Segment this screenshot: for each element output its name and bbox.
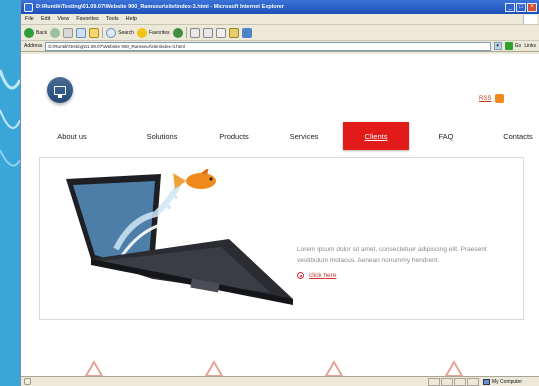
mail-icon[interactable] <box>202 27 213 38</box>
menu-edit[interactable]: Edit <box>41 16 50 22</box>
laptop-goldfish-illustration <box>66 169 293 305</box>
zone-label: My Computer <box>492 378 523 385</box>
toolbar-separator <box>185 27 187 38</box>
minimize-button[interactable]: _ <box>505 2 515 12</box>
status-cell <box>454 377 466 386</box>
status-cell <box>428 377 440 386</box>
page-done-icon <box>24 378 31 385</box>
back-button[interactable]: Back <box>24 27 48 38</box>
nav-services[interactable]: Services <box>274 122 334 150</box>
standard-toolbar: Back Search Favorites <box>21 25 539 41</box>
history-icon[interactable] <box>189 27 200 38</box>
security-zone: My Computer <box>480 378 539 385</box>
menu-help[interactable]: Help <box>126 16 137 22</box>
favorites-label: Favorites <box>148 29 170 36</box>
click-here-label: click here <box>309 272 337 279</box>
click-here-link[interactable]: click here <box>297 272 336 279</box>
address-bar: Address D:\Runtik\Testing\01.09.07\Websi… <box>21 41 539 52</box>
site-logo[interactable] <box>47 77 73 103</box>
nav-solutions[interactable]: Solutions <box>132 122 192 150</box>
go-arrow-icon <box>504 42 513 50</box>
bullet-circle-icon <box>297 272 304 279</box>
address-dropdown-button[interactable]: ▾ <box>493 42 502 50</box>
main-navigation: About us Solutions Products Services Cli… <box>36 122 533 150</box>
back-arrow-icon <box>24 27 34 38</box>
stop-icon[interactable] <box>63 27 74 38</box>
search-label: Search <box>118 29 134 36</box>
toolbar-separator <box>102 27 104 38</box>
status-cell <box>467 377 479 386</box>
menu-favorites[interactable]: Favorites <box>76 16 99 22</box>
nav-clients[interactable]: Clients <box>343 122 409 150</box>
links-button[interactable]: Links <box>524 43 539 49</box>
status-cell <box>441 377 453 386</box>
media-icon[interactable] <box>172 27 183 38</box>
footer-decorations <box>84 359 464 376</box>
go-button[interactable]: Go <box>504 42 522 50</box>
print-icon[interactable] <box>215 27 226 38</box>
maximize-button[interactable]: □ <box>516 2 526 12</box>
nav-contacts[interactable]: Contacts <box>488 122 539 150</box>
nav-about-us[interactable]: About us <box>48 122 96 150</box>
back-label: Back <box>36 29 48 36</box>
rss-link[interactable]: RSS <box>479 94 505 103</box>
computer-icon <box>483 378 490 385</box>
monitor-icon <box>54 85 66 98</box>
window-controls: _ □ × <box>505 2 539 12</box>
address-input[interactable]: D:\Runtik\Testing\01.09.07\Website 900_R… <box>45 41 491 51</box>
star-icon <box>136 27 147 38</box>
status-bar: My Computer <box>21 376 539 386</box>
favorites-button[interactable]: Favorites <box>136 27 170 38</box>
go-label: Go <box>514 43 522 49</box>
nav-faq[interactable]: FAQ <box>428 122 464 150</box>
windows-logo-icon <box>523 14 537 24</box>
rss-feed-icon <box>495 94 505 103</box>
forward-button[interactable] <box>50 27 61 38</box>
menu-view[interactable]: View <box>57 16 69 22</box>
search-icon <box>106 27 117 38</box>
messenger-icon[interactable] <box>241 27 252 38</box>
forward-arrow-icon <box>50 27 61 38</box>
browser-window: D:\Runtik\Testing\01.09.07\Website 900_R… <box>20 0 539 386</box>
title-bar: D:\Runtik\Testing\01.09.07\Website 900_R… <box>21 0 539 14</box>
menu-tools[interactable]: Tools <box>106 16 119 22</box>
home-icon[interactable] <box>89 27 100 38</box>
window-title: D:\Runtik\Testing\01.09.07\Website 900_R… <box>36 4 284 10</box>
close-button[interactable]: × <box>527 2 537 12</box>
status-cells: My Computer <box>428 377 539 386</box>
ie-logo-icon <box>24 2 33 12</box>
address-label: Address <box>24 43 43 49</box>
refresh-icon[interactable] <box>76 27 87 38</box>
menu-file[interactable]: File <box>25 16 34 22</box>
edit-icon[interactable] <box>228 27 239 38</box>
search-button[interactable]: Search <box>106 27 134 38</box>
page-viewport: RSS About us Solutions Products Services… <box>21 54 539 376</box>
intro-text: Lorem ipsum dolor sit amet, consectetuer… <box>297 246 487 264</box>
nav-products[interactable]: Products <box>206 122 262 150</box>
rss-label: RSS <box>479 95 492 102</box>
menu-bar: File Edit View Favorites Tools Help <box>21 14 539 25</box>
